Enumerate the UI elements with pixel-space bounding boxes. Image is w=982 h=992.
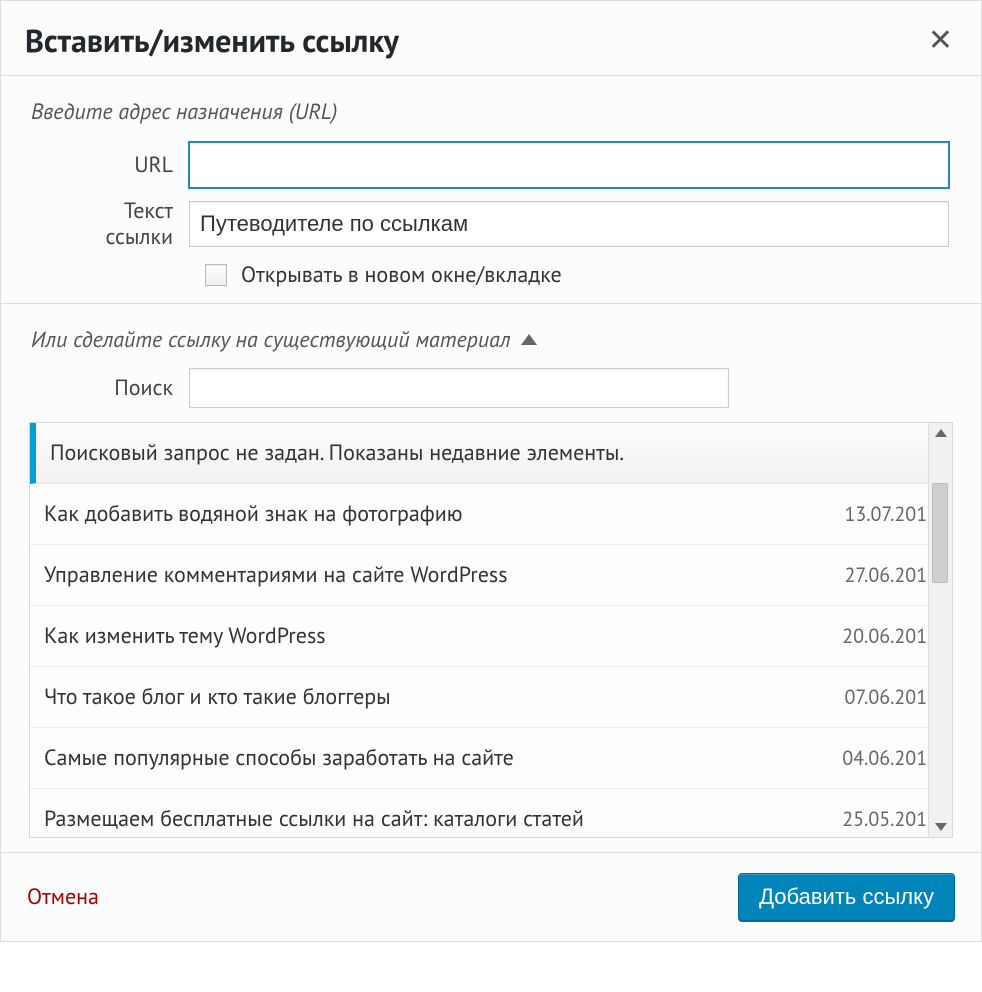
dialog-header: Вставить/изменить ссылку ✕ — [1, 1, 981, 76]
cancel-button[interactable]: Отмена — [27, 883, 99, 911]
open-new-row: Открывать в новом окне/вкладке — [205, 261, 953, 289]
list-item[interactable]: Управление комментариями на сайте WordPr… — [30, 545, 952, 606]
results-list: Поисковый запрос не задан. Показаны неда… — [29, 422, 953, 838]
list-item-date: 04.06.2015 — [842, 745, 938, 771]
search-label: Поиск — [29, 374, 189, 402]
list-item-date: 07.06.2015 — [844, 684, 938, 710]
scroll-up-icon[interactable] — [935, 429, 947, 437]
list-item-date: 27.06.2015 — [844, 562, 938, 588]
search-row: Поиск — [29, 368, 953, 408]
open-new-checkbox[interactable] — [205, 264, 227, 286]
dialog-body: Введите адрес назначения (URL) URL Текст… — [1, 76, 981, 852]
list-item[interactable]: Самые популярные способы заработать на с… — [30, 728, 952, 789]
url-label: URL — [29, 151, 189, 179]
link-text-row: Текст ссылки — [29, 198, 953, 251]
close-icon[interactable]: ✕ — [924, 25, 957, 55]
url-row: URL — [29, 142, 953, 188]
scrollbar[interactable] — [928, 423, 952, 837]
existing-content-label: Или сделайте ссылку на существующий мате… — [31, 326, 511, 354]
list-item[interactable]: Размещаем бесплатные ссылки на сайт: кат… — [30, 789, 952, 837]
link-text-input[interactable] — [189, 201, 949, 247]
list-item[interactable]: Что такое блог и кто такие блоггеры 07.0… — [30, 667, 952, 728]
list-item-date: 13.07.2015 — [844, 501, 938, 527]
list-item-date: 20.06.2015 — [842, 623, 938, 649]
url-hint: Введите адрес назначения (URL) — [31, 98, 953, 126]
chevron-up-icon — [521, 334, 537, 345]
list-item-title: Размещаем бесплатные ссылки на сайт: кат… — [44, 805, 584, 833]
list-item-title: Как изменить тему WordPress — [44, 622, 325, 650]
list-item-date: 25.05.2015 — [842, 806, 938, 832]
link-text-label: Текст ссылки — [29, 198, 189, 251]
scroll-thumb[interactable] — [932, 483, 948, 583]
list-item-title: Как добавить водяной знак на фотографию — [44, 500, 463, 528]
list-item-title: Самые популярные способы заработать на с… — [44, 744, 514, 772]
scroll-down-icon[interactable] — [935, 823, 947, 831]
add-link-button[interactable]: Добавить ссылку — [738, 873, 955, 921]
existing-content-toggle[interactable]: Или сделайте ссылку на существующий мате… — [31, 326, 953, 354]
search-input[interactable] — [189, 368, 729, 408]
url-input[interactable] — [189, 142, 949, 188]
results-header: Поисковый запрос не задан. Показаны неда… — [30, 423, 952, 484]
dialog-title: Вставить/изменить ссылку — [25, 19, 399, 61]
dialog-footer: Отмена Добавить ссылку — [1, 852, 981, 941]
open-new-label: Открывать в новом окне/вкладке — [241, 261, 562, 289]
list-item-title: Управление комментариями на сайте WordPr… — [44, 561, 507, 589]
divider — [1, 303, 981, 304]
list-item[interactable]: Как добавить водяной знак на фотографию … — [30, 484, 952, 545]
list-item[interactable]: Как изменить тему WordPress 20.06.2015 — [30, 606, 952, 667]
insert-link-dialog: Вставить/изменить ссылку ✕ Введите адрес… — [0, 0, 982, 942]
list-item-title: Что такое блог и кто такие блоггеры — [44, 683, 391, 711]
